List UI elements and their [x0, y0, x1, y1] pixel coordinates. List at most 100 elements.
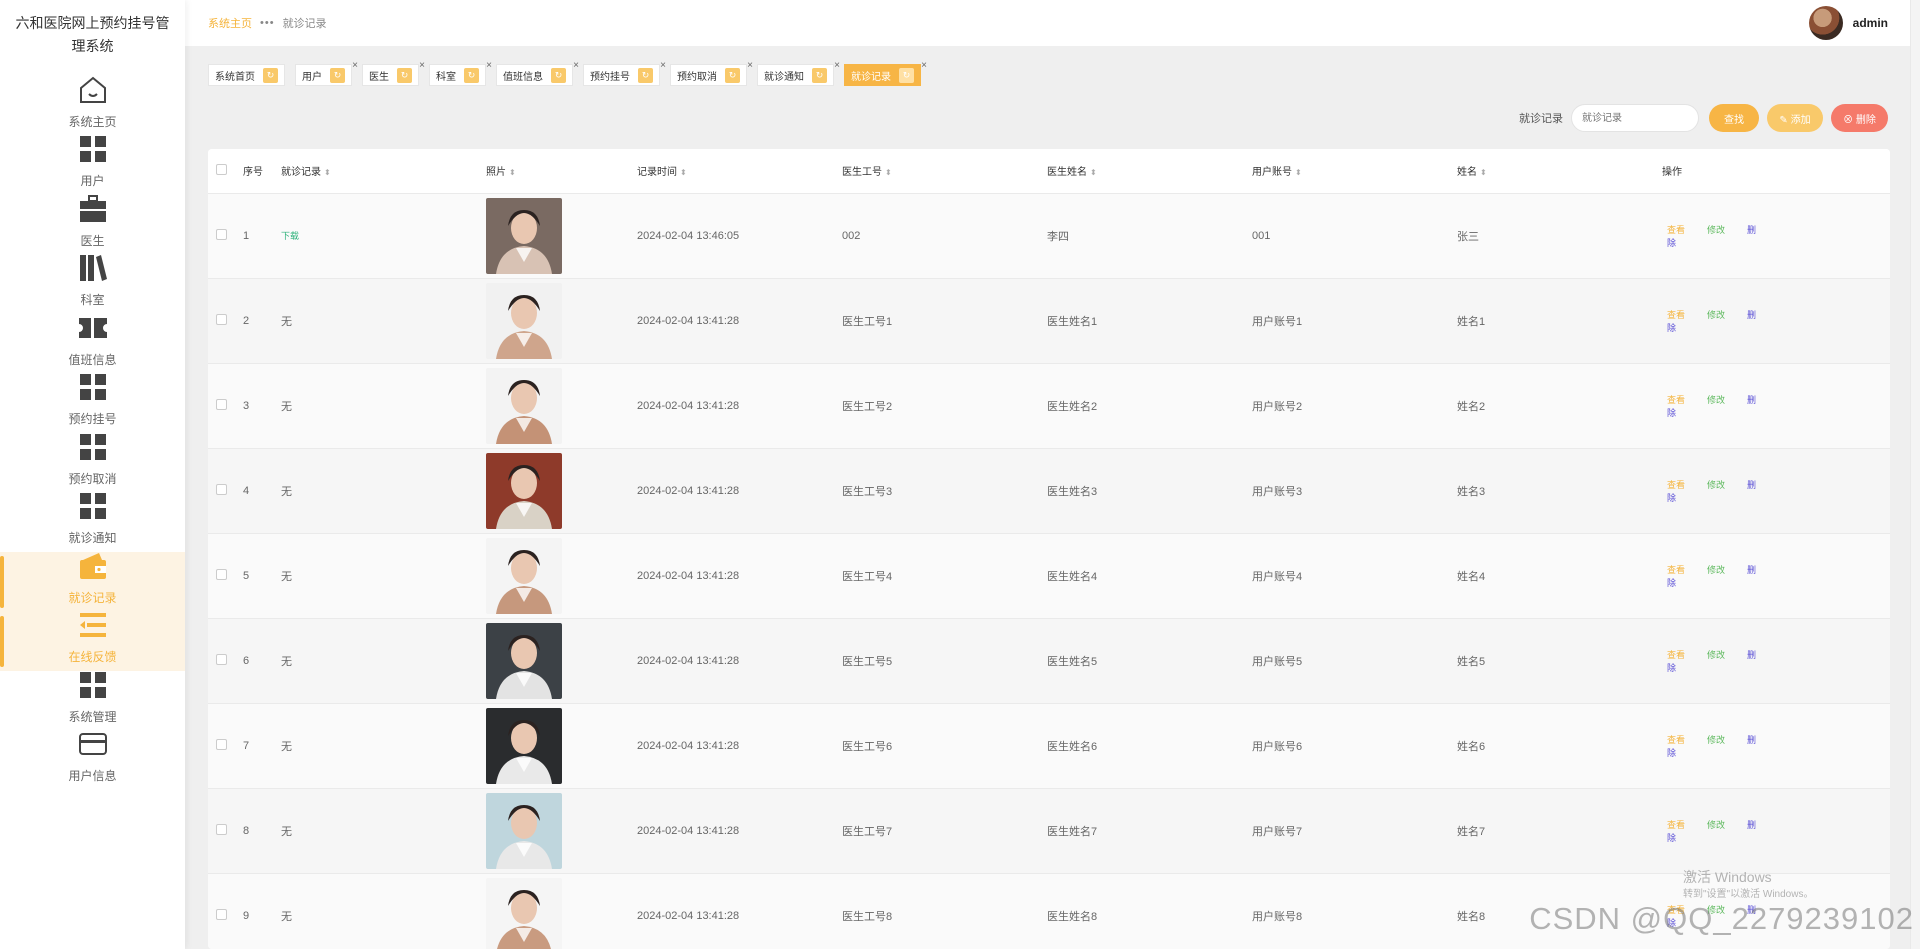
close-icon[interactable]: ×: [921, 60, 927, 71]
view-link[interactable]: 查看: [1667, 310, 1685, 320]
username[interactable]: admin: [1853, 16, 1888, 30]
close-icon[interactable]: ×: [486, 60, 492, 71]
tab-0[interactable]: 系统首页 ↻: [208, 64, 285, 86]
row-checkbox[interactable]: [216, 568, 227, 580]
books-icon: [77, 252, 109, 291]
edit-link[interactable]: 修改: [1707, 650, 1725, 660]
cell-user-account: 用户账号2: [1252, 363, 1457, 449]
tab-refresh-icon[interactable]: ↻: [899, 67, 914, 83]
close-icon[interactable]: ×: [747, 60, 753, 71]
search-button[interactable]: 查找: [1709, 104, 1759, 132]
sidebar-item-4[interactable]: 值班信息: [0, 314, 185, 374]
column-header-record[interactable]: 就诊记录: [281, 167, 321, 178]
tab-2[interactable]: 医生 ↻ ×: [362, 60, 425, 86]
tab-refresh-icon[interactable]: ↻: [638, 67, 653, 83]
sidebar-item-3[interactable]: 科室: [0, 255, 185, 315]
close-icon[interactable]: ×: [660, 60, 666, 71]
view-link[interactable]: 查看: [1667, 820, 1685, 830]
view-link[interactable]: 查看: [1667, 735, 1685, 745]
edit-link[interactable]: 修改: [1707, 735, 1725, 745]
tab-refresh-icon[interactable]: ↻: [397, 67, 412, 83]
sidebar-item-8[interactable]: 就诊记录: [0, 552, 185, 612]
cell-doctor-id: 医生工号7: [842, 788, 1047, 874]
row-checkbox[interactable]: [216, 738, 227, 750]
column-header-time[interactable]: 记录时间: [637, 167, 677, 178]
tab-6[interactable]: 预约取消 ↻ ×: [670, 60, 753, 86]
tab-3[interactable]: 科室 ↻ ×: [429, 60, 492, 86]
edit-link[interactable]: 修改: [1707, 565, 1725, 575]
column-header-photo[interactable]: 照片: [486, 167, 506, 178]
tab-5[interactable]: 预约挂号 ↻ ×: [583, 60, 666, 86]
sort-icon[interactable]: ⬍: [1090, 168, 1097, 177]
column-header-doctor-name[interactable]: 医生姓名: [1047, 167, 1087, 178]
sort-icon[interactable]: ⬍: [1480, 168, 1487, 177]
column-header-name[interactable]: 姓名: [1457, 167, 1477, 178]
cell-time: 2024-02-04 13:41:28: [637, 448, 842, 534]
add-button[interactable]: ✎ 添加: [1767, 104, 1823, 132]
row-checkbox[interactable]: [216, 653, 227, 665]
tab-refresh-icon[interactable]: ↻: [725, 67, 740, 83]
sort-icon[interactable]: ⬍: [509, 168, 516, 177]
sidebar-item-0[interactable]: 系统主页: [0, 76, 185, 136]
sidebar-item-6[interactable]: 预约取消: [0, 433, 185, 493]
cell-name: 姓名3: [1457, 448, 1662, 534]
sidebar-item-5[interactable]: 预约挂号: [0, 374, 185, 434]
row-checkbox[interactable]: [216, 313, 227, 325]
tab-4[interactable]: 值班信息 ↻ ×: [496, 60, 579, 86]
edit-link[interactable]: 修改: [1707, 310, 1725, 320]
cell-record[interactable]: 下载: [281, 231, 299, 241]
tab-8[interactable]: 就诊记录 ↻ ×: [844, 60, 927, 86]
edit-link[interactable]: 修改: [1707, 225, 1725, 235]
sort-icon[interactable]: ⬍: [324, 168, 331, 177]
column-header-user-account[interactable]: 用户账号: [1252, 167, 1292, 178]
close-icon[interactable]: ×: [834, 60, 840, 71]
view-link[interactable]: 查看: [1667, 395, 1685, 405]
sidebar-item-label: 就诊通知: [68, 531, 117, 545]
row-checkbox[interactable]: [216, 908, 227, 920]
sidebar-item-10[interactable]: 系统管理: [0, 671, 185, 731]
avatar[interactable]: [1808, 6, 1843, 40]
sidebar-item-7[interactable]: 就诊通知: [0, 493, 185, 553]
close-icon[interactable]: ×: [419, 60, 425, 71]
row-checkbox[interactable]: [216, 483, 227, 495]
close-icon[interactable]: ×: [352, 60, 358, 71]
sort-icon[interactable]: ⬍: [1295, 168, 1302, 177]
sidebar-item-1[interactable]: 用户: [0, 136, 185, 196]
user-menu[interactable]: admin: [1808, 6, 1888, 40]
sidebar-item-11[interactable]: 用户信息: [0, 731, 185, 791]
sidebar-item-2[interactable]: 医生: [0, 194, 185, 255]
select-all-checkbox[interactable]: [216, 163, 227, 175]
sidebar-item-9[interactable]: 在线反馈: [0, 611, 185, 671]
breadcrumb-home[interactable]: 系统主页: [208, 15, 252, 31]
view-link[interactable]: 查看: [1667, 565, 1685, 575]
page-scrollbar[interactable]: [1910, 0, 1920, 949]
sort-icon[interactable]: ⬍: [885, 168, 892, 177]
edit-link[interactable]: 修改: [1707, 820, 1725, 830]
delete-button[interactable]: ⊗ 删除: [1831, 104, 1888, 132]
edit-link[interactable]: 修改: [1707, 395, 1725, 405]
cell-time: 2024-02-04 13:41:28: [637, 788, 842, 874]
tab-label: 系统首页: [215, 71, 255, 83]
tab-refresh-icon[interactable]: ↻: [812, 67, 827, 83]
view-link[interactable]: 查看: [1667, 225, 1685, 235]
windows-activation-watermark: 激活 Windows 转到"设置"以激活 Windows。: [1683, 868, 1813, 904]
tab-refresh-icon[interactable]: ↻: [464, 67, 479, 83]
tab-refresh-icon[interactable]: ↻: [551, 67, 566, 83]
search-input[interactable]: [1571, 104, 1699, 132]
row-checkbox[interactable]: [216, 228, 227, 240]
view-link[interactable]: 查看: [1667, 650, 1685, 660]
doctor-photo: [486, 537, 562, 614]
tab-refresh-icon[interactable]: ↻: [330, 67, 345, 83]
close-icon[interactable]: ×: [573, 60, 579, 71]
view-link[interactable]: 查看: [1667, 480, 1685, 490]
tab-refresh-icon[interactable]: ↻: [263, 67, 278, 83]
tab-7[interactable]: 就诊通知 ↻ ×: [757, 60, 840, 86]
tab-1[interactable]: 用户 ↻ ×: [295, 60, 358, 86]
sort-icon[interactable]: ⬍: [680, 168, 687, 177]
row-checkbox[interactable]: [216, 823, 227, 835]
cell-doctor-name: 医生姓名1: [1047, 278, 1252, 364]
row-checkbox[interactable]: [216, 398, 227, 410]
cell-record: 无: [281, 485, 292, 498]
column-header-doctor-id[interactable]: 医生工号: [842, 167, 882, 178]
edit-link[interactable]: 修改: [1707, 480, 1725, 490]
